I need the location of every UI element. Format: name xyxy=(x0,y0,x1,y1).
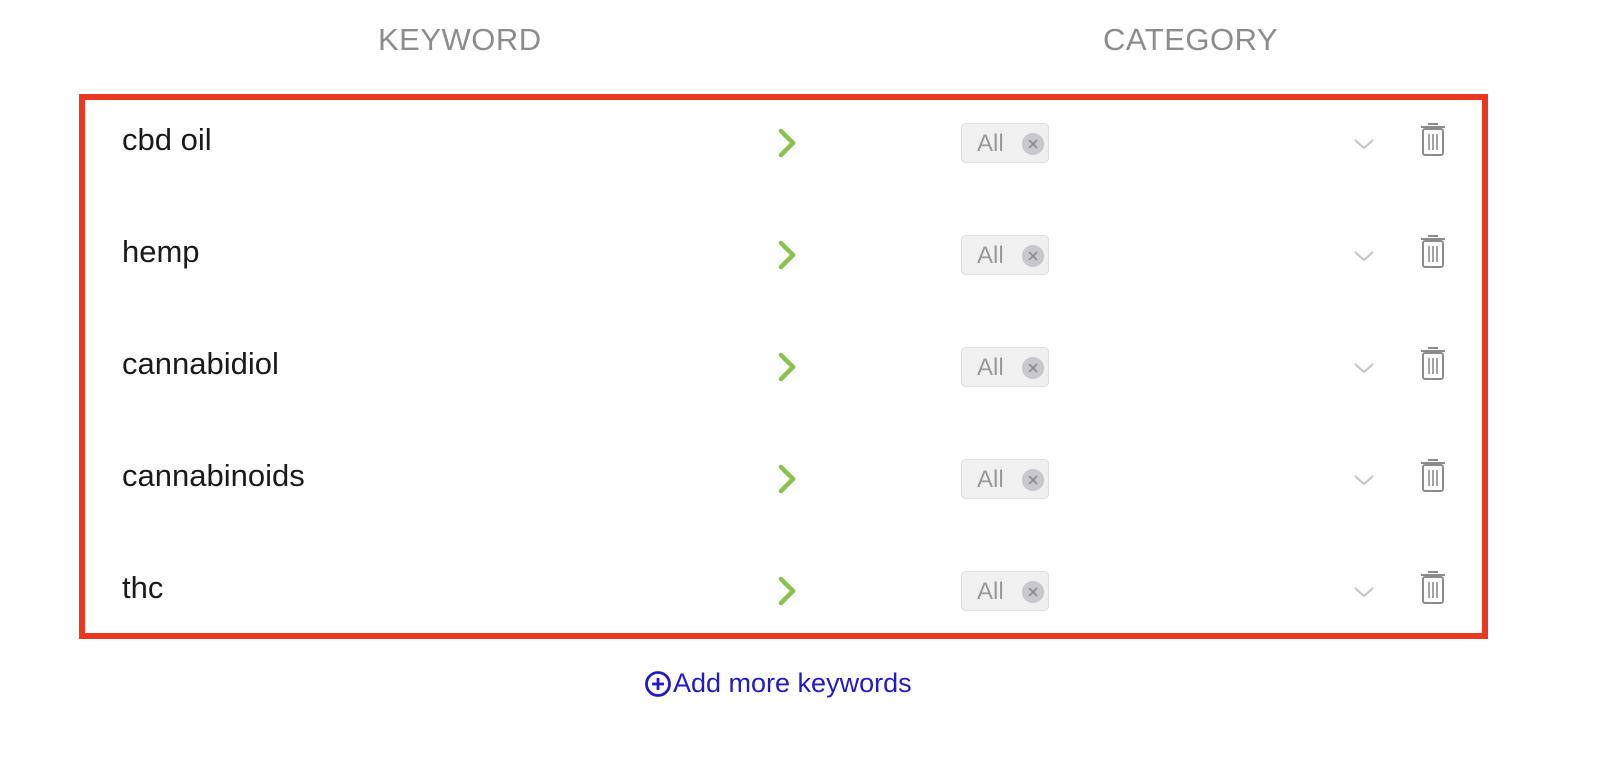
category-chip-label: All xyxy=(977,578,1004,605)
category-chip: All xyxy=(961,235,1049,275)
plus-circle-icon xyxy=(645,670,671,697)
chevron-down-icon[interactable] xyxy=(1352,584,1376,600)
category-chip-label: All xyxy=(977,354,1004,381)
keyword-row: thc All xyxy=(85,548,1482,660)
trash-icon[interactable] xyxy=(1417,456,1449,494)
category-column-header: CATEGORY xyxy=(1103,22,1279,57)
category-chip-label: All xyxy=(977,130,1004,157)
category-chip-label: All xyxy=(977,466,1004,493)
keyword-text: cannabinoids xyxy=(122,458,305,493)
category-chip: All xyxy=(961,459,1049,499)
keyword-row: cannabinoids All xyxy=(85,436,1482,548)
chevron-down-icon[interactable] xyxy=(1352,472,1376,488)
keyword-row: hemp All xyxy=(85,212,1482,324)
close-circle-icon[interactable] xyxy=(1022,357,1044,379)
keyword-text: cannabidiol xyxy=(122,346,279,381)
keyword-list-highlight: cbd oil All hemp All cannabidiol All can… xyxy=(79,94,1488,639)
add-more-keywords-link[interactable]: Add more keywords xyxy=(644,668,912,699)
keyword-row: cbd oil All xyxy=(85,100,1482,212)
close-circle-icon[interactable] xyxy=(1022,469,1044,491)
trash-icon[interactable] xyxy=(1417,568,1449,606)
trash-icon[interactable] xyxy=(1417,344,1449,382)
keyword-column-header: KEYWORD xyxy=(378,22,542,57)
chevron-right-icon[interactable] xyxy=(775,126,799,160)
chevron-down-icon[interactable] xyxy=(1352,360,1376,376)
close-circle-icon[interactable] xyxy=(1022,581,1044,603)
category-chip: All xyxy=(961,347,1049,387)
chevron-right-icon[interactable] xyxy=(775,238,799,272)
category-chip: All xyxy=(961,123,1049,163)
keyword-text: hemp xyxy=(122,234,200,269)
category-chip: All xyxy=(961,571,1049,611)
close-circle-icon[interactable] xyxy=(1022,245,1044,267)
close-circle-icon[interactable] xyxy=(1022,133,1044,155)
chevron-right-icon[interactable] xyxy=(775,350,799,384)
trash-icon[interactable] xyxy=(1417,120,1449,158)
keyword-text: cbd oil xyxy=(122,122,212,157)
chevron-down-icon[interactable] xyxy=(1352,248,1376,264)
category-chip-label: All xyxy=(977,242,1004,269)
keyword-text: thc xyxy=(122,570,164,605)
chevron-right-icon[interactable] xyxy=(775,574,799,608)
chevron-down-icon[interactable] xyxy=(1352,136,1376,152)
add-more-keywords-label: Add more keywords xyxy=(673,668,912,698)
chevron-right-icon[interactable] xyxy=(775,462,799,496)
trash-icon[interactable] xyxy=(1417,232,1449,270)
keyword-row: cannabidiol All xyxy=(85,324,1482,436)
